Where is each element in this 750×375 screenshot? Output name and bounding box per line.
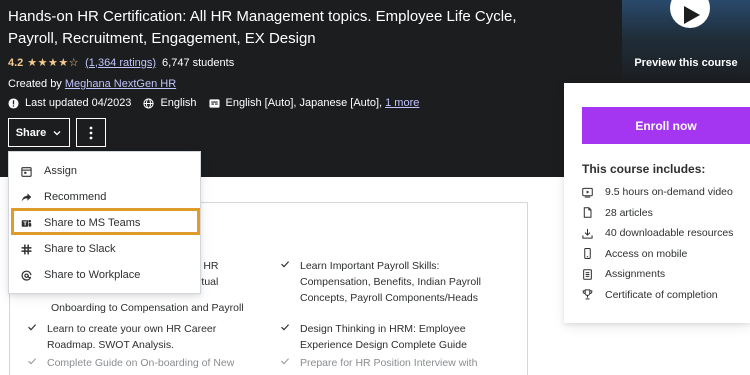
- learn-line: Onboarding to Compensation and Payroll: [51, 302, 244, 314]
- created-by-label: Created by: [8, 78, 65, 90]
- enroll-now-button[interactable]: Enroll now: [582, 107, 750, 144]
- learn-line: Experience Design Complete Guide: [300, 339, 467, 351]
- file-icon: [583, 207, 592, 219]
- include-video-label: 9.5 hours on-demand video: [605, 186, 733, 199]
- captions-text: English [Auto], Japanese [Auto],: [225, 97, 383, 109]
- learn-item: Design Thinking in HRM: Employee Experie…: [280, 321, 520, 353]
- include-video: 9.5 hours on-demand video: [582, 182, 733, 203]
- language: English: [143, 97, 197, 109]
- include-assignments-label: Assignments: [605, 268, 666, 281]
- learn-line: Compensation, Benefits, Indian Payroll: [300, 276, 481, 288]
- menu-item-share-workplace[interactable]: Share to Workplace: [9, 262, 200, 288]
- check-icon: [280, 355, 300, 371]
- menu-item-assign[interactable]: Assign: [9, 158, 200, 184]
- alert-badge-icon: [8, 97, 19, 109]
- include-certificate: Certificate of completion: [582, 285, 733, 306]
- slack-icon: [21, 243, 32, 255]
- include-resources: 40 downloadable resources: [582, 223, 733, 244]
- trophy-icon: [582, 289, 593, 300]
- menu-item-label: Recommend: [44, 191, 107, 203]
- check-icon: [280, 321, 300, 353]
- learn-item-text: Learn Important Payroll Skills: Compensa…: [300, 258, 481, 306]
- globe-icon: [143, 97, 155, 109]
- author-link[interactable]: Meghana NextGen HR: [65, 78, 176, 90]
- star-rating-icon: ★★★★☆: [27, 57, 80, 69]
- download-icon: [582, 228, 593, 239]
- rating-row: 4.2 ★★★★☆ (1,364 ratings) 6,747 students: [8, 56, 235, 70]
- learn-item: Learn to create your own HR Career Roadm…: [27, 321, 277, 353]
- learn-line: Complete Guide on On-boarding of New: [47, 357, 235, 369]
- rating-value: 4.2: [8, 56, 24, 69]
- calendar-icon: [21, 166, 32, 177]
- captions-icon: [208, 98, 220, 108]
- include-certificate-label: Certificate of completion: [605, 288, 718, 301]
- play-icon: [683, 6, 700, 24]
- check-icon: [27, 321, 47, 353]
- include-mobile: Access on mobile: [582, 244, 733, 265]
- learn-item-text: Design Thinking in HRM: Employee Experie…: [300, 321, 467, 353]
- learn-line: Learn to create your own HR Career: [47, 323, 217, 335]
- more-options-button[interactable]: [76, 118, 106, 147]
- include-mobile-label: Access on mobile: [605, 247, 688, 260]
- menu-item-share-slack[interactable]: Share to Slack: [9, 236, 200, 262]
- last-updated: Last updated 04/2023: [8, 97, 131, 109]
- share-arrow-icon: [21, 192, 32, 202]
- students-count: 6,747 students: [162, 56, 235, 69]
- menu-item-label: Share to Slack: [44, 243, 116, 255]
- include-articles-label: 28 articles: [605, 206, 653, 219]
- captions: English [Auto], Japanese [Auto], 1 more: [208, 97, 419, 109]
- video-icon: [582, 187, 593, 198]
- more-languages-link[interactable]: 1 more: [385, 97, 419, 109]
- include-articles: 28 articles: [582, 203, 733, 224]
- chevron-down-icon: [53, 130, 61, 135]
- menu-item-label: Assign: [44, 165, 78, 177]
- highlight-box: [11, 208, 200, 235]
- last-updated-text: Last updated 04/2023: [25, 97, 132, 109]
- include-resources-label: 40 downloadable resources: [605, 227, 734, 240]
- learn-line: Design Thinking in HRM: Employee: [300, 323, 466, 335]
- course-preview[interactable]: Preview this course: [622, 0, 750, 83]
- ratings-count-link[interactable]: (1,364 ratings): [85, 57, 156, 69]
- learn-item: Onboarding to Compensation and Payroll: [51, 300, 281, 316]
- includes-title: This course includes:: [582, 162, 706, 176]
- course-title: Hands-on HR Certification: All HR Manage…: [8, 8, 517, 47]
- share-button-label: Share: [15, 126, 47, 139]
- include-assignments: Assignments: [582, 264, 733, 285]
- learn-line: Roadmap. SWOT Analysis.: [47, 339, 175, 351]
- learn-line: Learn Important Payroll Skills:: [300, 260, 440, 272]
- created-by: Created by Meghana NextGen HR: [8, 78, 176, 90]
- workplace-icon: [21, 270, 32, 281]
- preview-label[interactable]: Preview this course: [622, 57, 750, 69]
- course-meta: Last updated 04/2023 English English [Au…: [8, 97, 431, 109]
- menu-item-recommend[interactable]: Recommend: [9, 184, 200, 210]
- share-button[interactable]: Share: [8, 118, 70, 147]
- learn-line: Concepts, Payroll Components/Heads: [300, 292, 479, 304]
- learn-item: Prepare for HR Position Interview with: [280, 355, 520, 371]
- menu-item-label: Share to Workplace: [44, 269, 141, 281]
- check-icon: [27, 355, 47, 371]
- language-text: English: [160, 97, 197, 109]
- learn-item: Learn Important Payroll Skills: Compensa…: [280, 258, 520, 306]
- assignment-icon: [583, 268, 592, 280]
- check-icon: [280, 258, 300, 306]
- learn-item: Complete Guide on On-boarding of New: [27, 355, 277, 371]
- learn-item-text: Learn to create your own HR Career Roadm…: [47, 321, 216, 353]
- includes-list: 9.5 hours on-demand video 28 articles 40…: [582, 182, 733, 305]
- more-vertical-icon: [89, 126, 93, 139]
- mobile-icon: [584, 248, 591, 260]
- learn-line: Prepare for HR Position Interview with: [300, 357, 478, 369]
